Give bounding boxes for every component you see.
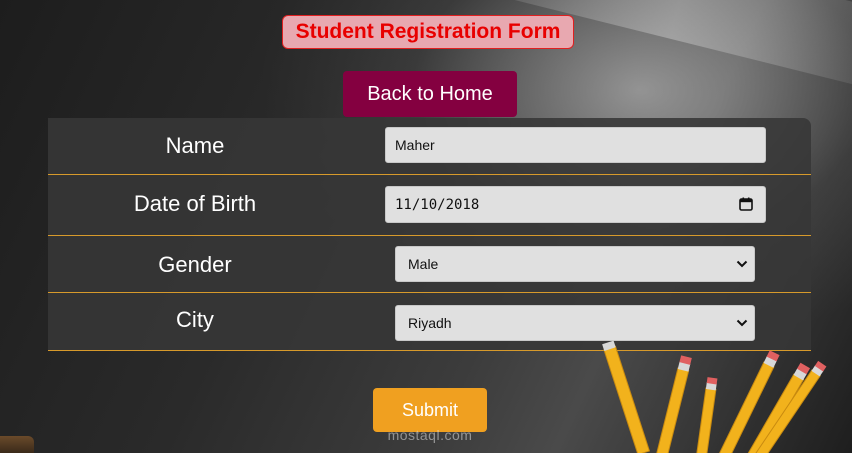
pencils-illustration — [602, 340, 827, 453]
name-input[interactable]: Maher — [385, 127, 766, 163]
gender-select[interactable]: Male — [395, 246, 755, 282]
date-of-birth-input[interactable]: 11/10/2018 — [385, 186, 766, 223]
form-row-gender: Gender Male — [48, 236, 811, 293]
page-title: Student Registration Form — [282, 15, 574, 49]
gender-label: Gender — [158, 252, 232, 277]
watermark: mostaql.com — [387, 427, 473, 443]
form-row-date-of-birth: Date of Birth 11/10/2018 — [48, 175, 811, 236]
name-label: Name — [165, 133, 225, 158]
back-to-home-label: Back to Home — [367, 82, 493, 105]
city-label: City — [176, 307, 214, 332]
chevron-down-icon — [736, 260, 748, 268]
gender-selected-value: Male — [408, 256, 439, 272]
calendar-icon[interactable] — [739, 197, 753, 211]
date-of-birth-value: 11/10/2018 — [395, 196, 480, 213]
city-selected-value: Riyadh — [408, 315, 452, 331]
name-input-value: Maher — [395, 137, 435, 153]
back-to-home-button[interactable]: Back to Home — [343, 71, 517, 117]
page-title-text: Student Registration Form — [295, 20, 561, 43]
chevron-down-icon — [736, 319, 748, 327]
form-row-name: Name Maher — [48, 118, 811, 175]
date-of-birth-label: Date of Birth — [133, 191, 257, 216]
decorative-object — [0, 436, 34, 453]
submit-label: Submit — [401, 399, 459, 420]
submit-button[interactable]: Submit — [373, 388, 487, 432]
registration-form: Name Maher Date of Birth 11/10/2018 Gend… — [48, 118, 811, 351]
city-select[interactable]: Riyadh — [395, 305, 755, 341]
page-background: Student Registration Form Back to Home N… — [0, 0, 852, 453]
